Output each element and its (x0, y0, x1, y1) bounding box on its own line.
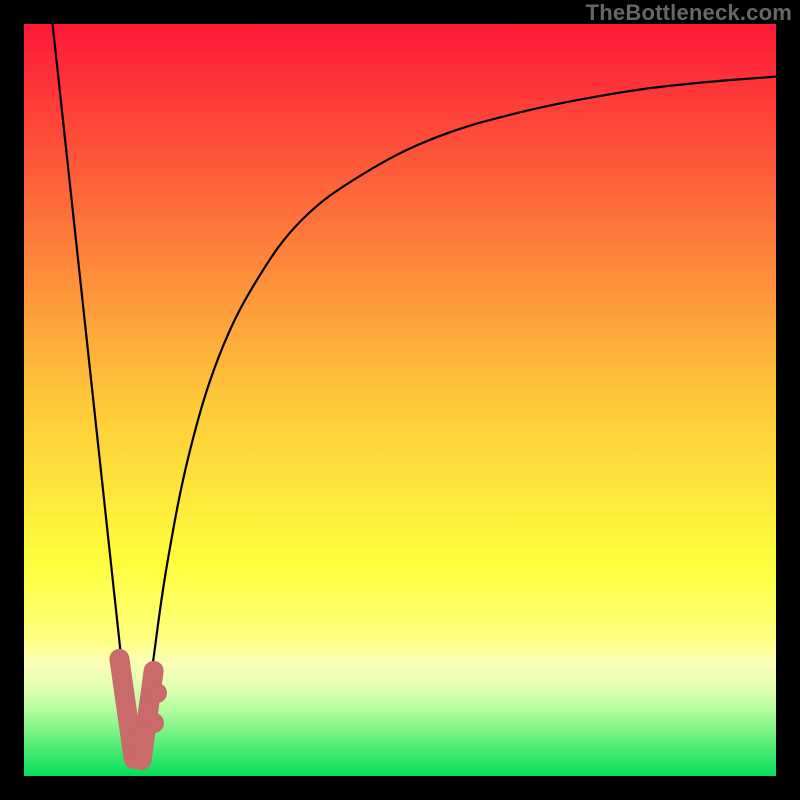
plot-area (24, 24, 776, 776)
chart-frame: TheBottleneck.com (0, 0, 800, 800)
background-gradient (24, 24, 776, 776)
marker-dot (147, 683, 167, 703)
marker-dot (144, 713, 164, 733)
watermark-text: TheBottleneck.com (586, 0, 792, 26)
